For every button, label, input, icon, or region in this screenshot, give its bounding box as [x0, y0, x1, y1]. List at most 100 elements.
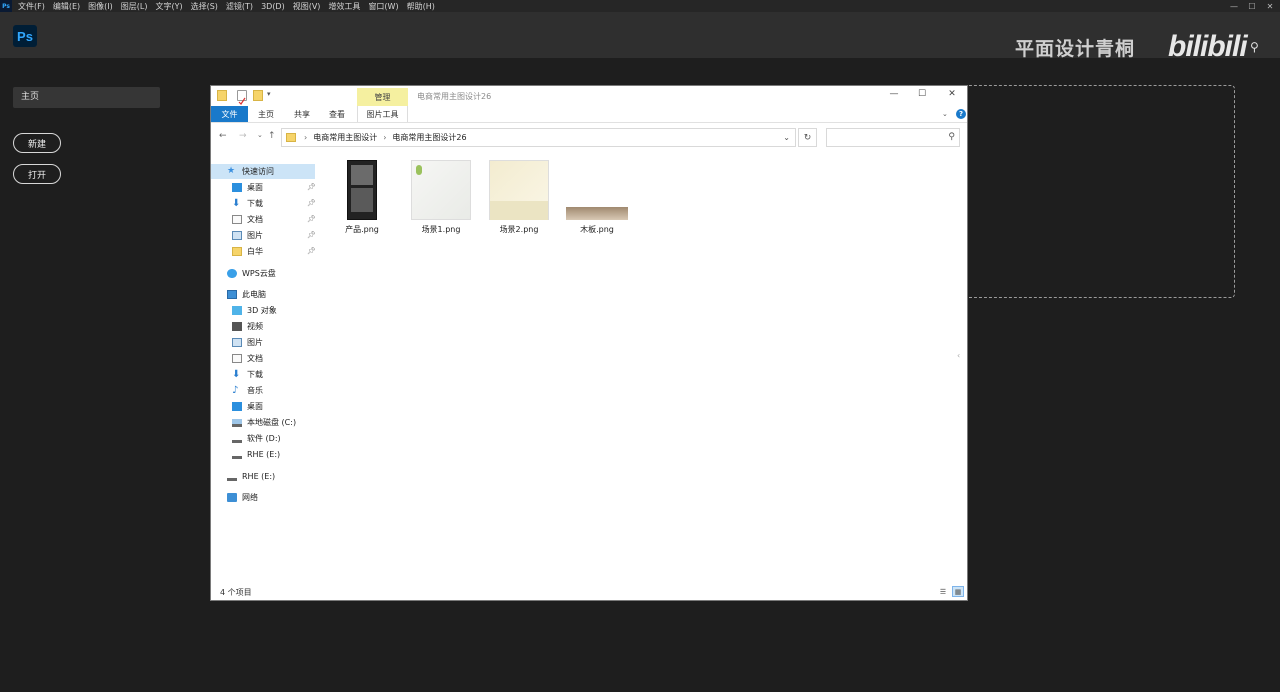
nav-network[interactable]: 网络: [227, 490, 258, 505]
address-bar[interactable]: › 电商常用主图设计 › 电商常用主图设计26 ⌄: [281, 128, 796, 147]
search-input[interactable]: ⚲: [826, 128, 960, 147]
nav-wps-cloud[interactable]: WPS云盘: [227, 266, 276, 281]
nav-item-drive-c[interactable]: 本地磁盘 (C:): [232, 415, 296, 430]
nav-label: 下载: [247, 199, 263, 208]
file-item-scene2[interactable]: 场景2.png: [486, 160, 552, 235]
nav-item-pc-downloads[interactable]: ⬇ 下载: [232, 367, 263, 382]
document-icon: [232, 354, 242, 363]
menu-select[interactable]: 选择(S): [191, 1, 218, 12]
maximize-icon[interactable]: ☐: [1244, 0, 1260, 12]
minimize-icon[interactable]: —: [1226, 0, 1242, 12]
file-item-scene1[interactable]: 场景1.png: [408, 160, 474, 235]
nav-this-pc[interactable]: 此电脑: [227, 287, 266, 302]
file-name: 场景1.png: [421, 225, 461, 234]
music-icon: ♪: [232, 385, 239, 396]
new-folder-icon[interactable]: [253, 90, 263, 101]
pin-icon[interactable]: 📌︎: [307, 231, 316, 239]
file-item-product[interactable]: 产品.png: [329, 160, 395, 235]
details-view-icon[interactable]: ☰: [937, 586, 949, 597]
nav-item-downloads[interactable]: ⬇ 下载: [232, 196, 263, 211]
nav-item-music[interactable]: ♪ 音乐: [232, 383, 263, 398]
maximize-icon[interactable]: ☐: [915, 89, 929, 99]
nav-item-3d-objects[interactable]: 3D 对象: [232, 303, 277, 318]
cube-icon: [232, 306, 242, 315]
tab-picture-tools[interactable]: 图片工具: [357, 106, 408, 122]
nav-item-drive-e[interactable]: RHE (E:): [232, 447, 280, 462]
breadcrumb-item[interactable]: 电商常用主图设计26: [392, 132, 466, 143]
search-icon: ⚲: [948, 132, 955, 142]
menu-window[interactable]: 窗口(W): [368, 1, 398, 12]
nav-label: 网络: [242, 493, 258, 502]
file-name: 木板.png: [580, 225, 614, 234]
nav-label: RHE (E:): [242, 472, 276, 481]
tab-file[interactable]: 文件: [211, 106, 248, 122]
menu-edit[interactable]: 编辑(E): [53, 1, 80, 12]
close-icon[interactable]: ✕: [945, 89, 959, 99]
refresh-icon[interactable]: ↻: [798, 128, 817, 147]
menu-layer[interactable]: 图层(L): [121, 1, 148, 12]
nav-quick-access[interactable]: ★ 快速访问: [211, 164, 315, 179]
nav-item-pc-documents[interactable]: 文档: [232, 351, 263, 366]
recent-dropdown-icon[interactable]: ⌄: [257, 131, 263, 139]
file-explorer-window: ▾ 管理 电商常用主图设计26 — ☐ ✕ 文件 主页 共享 查看 图片工具 ⌄…: [210, 85, 968, 601]
menu-3d[interactable]: 3D(D): [261, 2, 285, 11]
nav-item-drive-d[interactable]: 软件 (D:): [232, 431, 281, 446]
pin-icon[interactable]: 📌︎: [307, 199, 316, 207]
nav-item-documents[interactable]: 文档: [232, 212, 263, 227]
explorer-titlebar: ▾ 管理 电商常用主图设计26 — ☐ ✕: [211, 86, 967, 107]
menu-type[interactable]: 文字(Y): [155, 1, 182, 12]
breadcrumb-item[interactable]: 电商常用主图设计: [313, 132, 377, 143]
drive-icon: [232, 418, 242, 427]
drive-icon: [227, 475, 237, 481]
large-icons-view-icon[interactable]: ▦: [952, 586, 964, 597]
nav-item-pictures[interactable]: 图片: [232, 228, 263, 243]
pin-icon[interactable]: 📌︎: [307, 183, 316, 191]
download-icon: ⬇: [232, 198, 241, 209]
pin-icon[interactable]: 📌︎: [307, 215, 316, 223]
tab-home[interactable]: 主页: [251, 106, 281, 122]
nav-item-videos[interactable]: 视频: [232, 319, 263, 334]
help-icon[interactable]: ?: [956, 109, 966, 119]
forward-arrow-icon[interactable]: →: [239, 131, 247, 141]
nav-label: WPS云盘: [242, 269, 276, 278]
menu-image[interactable]: 图像(I): [88, 1, 113, 12]
ps-menubar: Ps 文件(F) 编辑(E) 图像(I) 图层(L) 文字(Y) 选择(S) 滤…: [0, 0, 1280, 12]
quick-access-dropdown-icon[interactable]: ▾: [267, 90, 271, 98]
nav-item-desktop[interactable]: 桌面: [232, 180, 263, 195]
window-title: 电商常用主图设计26: [417, 92, 492, 101]
folder-icon: [232, 247, 242, 256]
menu-filter[interactable]: 滤镜(T): [226, 1, 253, 12]
nav-item-folder[interactable]: 白华: [232, 244, 263, 259]
back-arrow-icon[interactable]: ←: [219, 131, 227, 141]
menu-plugins[interactable]: 增效工具: [328, 1, 360, 12]
tab-manage[interactable]: 管理: [357, 88, 408, 107]
file-item-board[interactable]: 木板.png: [564, 160, 630, 235]
menu-help[interactable]: 帮助(H): [407, 1, 435, 12]
tab-view[interactable]: 查看: [321, 106, 353, 122]
tab-share[interactable]: 共享: [285, 106, 319, 122]
desktop-icon: [232, 402, 242, 411]
ribbon-expand-icon[interactable]: ⌄: [942, 110, 948, 118]
open-button[interactable]: 打开: [13, 164, 61, 184]
nav-item-pc-pictures[interactable]: 图片: [232, 335, 263, 350]
up-arrow-icon[interactable]: ↑: [268, 131, 276, 141]
minimize-icon[interactable]: —: [887, 89, 901, 99]
search-icon[interactable]: ⚲: [1250, 40, 1259, 54]
collapse-pane-icon[interactable]: ‹: [957, 351, 960, 360]
nav-label: RHE (E:): [247, 450, 281, 459]
properties-icon[interactable]: [237, 90, 247, 105]
menu-view[interactable]: 视图(V): [293, 1, 321, 12]
pin-icon[interactable]: 📌︎: [307, 247, 316, 255]
address-dropdown-icon[interactable]: ⌄: [783, 133, 790, 142]
home-nav-item[interactable]: 主页: [13, 87, 160, 108]
file-name: 产品.png: [345, 225, 379, 234]
nav-item-pc-desktop[interactable]: 桌面: [232, 399, 263, 414]
menu-file[interactable]: 文件(F): [18, 1, 45, 12]
nav-label: 视频: [247, 322, 263, 331]
drop-zone[interactable]: [930, 85, 1235, 298]
picture-icon: [232, 338, 242, 347]
nav-drive-e[interactable]: RHE (E:): [227, 469, 275, 484]
close-icon[interactable]: ✕: [1262, 0, 1278, 12]
bilibili-logo: bilibili: [1168, 30, 1248, 63]
new-button[interactable]: 新建: [13, 133, 61, 153]
